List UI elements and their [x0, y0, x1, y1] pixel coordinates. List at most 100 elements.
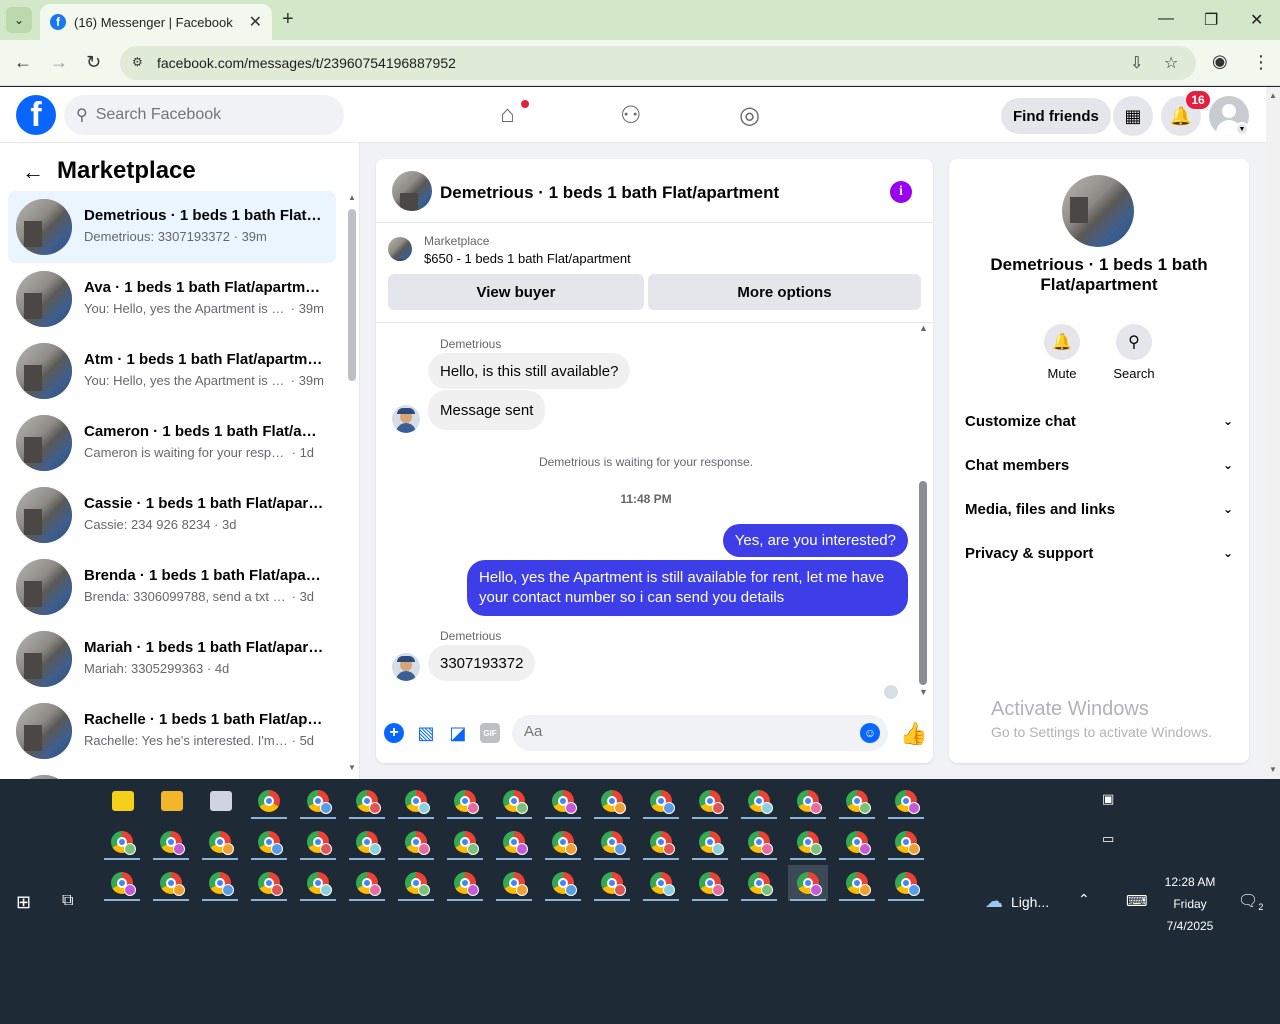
- message-input-box[interactable]: ☺: [512, 715, 888, 751]
- taskbar-chrome-window-icon[interactable]: [739, 865, 779, 901]
- taskbar-chrome-window-icon[interactable]: [396, 865, 436, 901]
- taskbar-chrome-window-icon[interactable]: [347, 783, 387, 819]
- taskbar-chrome-window-icon[interactable]: [837, 824, 877, 860]
- home-icon[interactable]: ⌂: [500, 101, 515, 129]
- conversation-item[interactable]: Cameron · 1 beds 1 bath Flat/apartment C…: [8, 407, 336, 479]
- taskbar-chrome-window-icon[interactable]: [298, 783, 338, 819]
- taskbar-chrome-window-icon[interactable]: [592, 783, 632, 819]
- taskbar-chrome-window-icon[interactable]: [788, 865, 828, 901]
- sticky-notes-icon[interactable]: [102, 783, 142, 819]
- snipping-tool-icon[interactable]: [200, 783, 240, 819]
- taskbar-chrome-window-icon[interactable]: [543, 783, 583, 819]
- show-hidden-icons-icon[interactable]: ⌃: [1078, 891, 1090, 908]
- minimize-icon[interactable]: —: [1158, 10, 1174, 28]
- listing-title[interactable]: $650 - 1 beds 1 bath Flat/apartment: [424, 251, 631, 266]
- taskbar-chrome-window-icon[interactable]: [739, 783, 779, 819]
- message-input[interactable]: [524, 723, 844, 740]
- new-tab-icon[interactable]: +: [282, 8, 294, 31]
- install-app-icon[interactable]: ⇩: [1130, 53, 1143, 73]
- sidebar-scrollbar[interactable]: ▲ ▼: [346, 193, 358, 775]
- system-clock[interactable]: 12:28 AM Friday 7/4/2025: [1150, 871, 1230, 937]
- taskbar-chrome-window-icon[interactable]: [641, 783, 681, 819]
- sticker-icon[interactable]: ◪: [448, 723, 468, 743]
- taskbar-chrome-window-icon[interactable]: [396, 783, 436, 819]
- conversation-item[interactable]: Atm · 1 beds 1 bath Flat/apartment You: …: [8, 335, 336, 407]
- taskbar-chrome-window-icon[interactable]: [690, 865, 730, 901]
- restore-icon[interactable]: ❐: [1204, 10, 1218, 30]
- more-options-button[interactable]: More options: [648, 274, 921, 310]
- weather-widget[interactable]: ☁ Ligh...: [985, 891, 1049, 912]
- outgoing-message[interactable]: Yes, are you interested?: [722, 524, 908, 557]
- forward-icon[interactable]: →: [50, 52, 68, 73]
- taskbar-chrome-window-icon[interactable]: [641, 824, 681, 860]
- close-window-icon[interactable]: ✕: [1250, 10, 1263, 30]
- taskbar-chrome-window-icon[interactable]: [445, 824, 485, 860]
- back-icon[interactable]: ←: [14, 52, 32, 73]
- taskbar-chrome-window-icon[interactable]: [543, 824, 583, 860]
- meet-now-icon[interactable]: ▣: [1102, 791, 1114, 807]
- keyboard-icon[interactable]: ⌨: [1126, 892, 1148, 910]
- taskbar-chrome-window-icon[interactable]: [151, 865, 191, 901]
- conversation-item[interactable]: Brenda · 1 beds 1 bath Flat/apartment Br…: [8, 551, 336, 623]
- url-text[interactable]: facebook.com/messages/t/2396075419688795…: [157, 55, 456, 71]
- taskbar-chrome-window-icon[interactable]: [347, 865, 387, 901]
- browser-tab-messenger[interactable]: f (16) Messenger | Facebook ✕: [40, 4, 272, 40]
- sender-avatar[interactable]: [392, 405, 420, 433]
- chat-avatar[interactable]: [392, 171, 432, 211]
- thumbs-up-icon[interactable]: 👍: [900, 721, 927, 747]
- outgoing-message[interactable]: Hello, yes the Apartment is still availa…: [467, 560, 908, 616]
- taskbar-chrome-window-icon[interactable]: [396, 824, 436, 860]
- taskbar-chrome-window-icon[interactable]: [739, 824, 779, 860]
- taskbar-chrome-window-icon[interactable]: [445, 783, 485, 819]
- taskbar-chrome-window-icon[interactable]: [102, 824, 142, 860]
- taskbar-chrome-window-icon[interactable]: [298, 824, 338, 860]
- taskbar-chrome-window-icon[interactable]: [886, 865, 926, 901]
- conversation-item[interactable]: Cassie · 1 beds 1 bath Flat/apartment Ca…: [8, 479, 336, 551]
- mute-button[interactable]: 🔔 Mute: [1032, 324, 1092, 381]
- conversation-item[interactable]: Mariah · 1 beds 1 bath Flat/apartment Ma…: [8, 623, 336, 695]
- taskbar-chrome-window-icon[interactable]: [102, 865, 142, 901]
- facebook-search[interactable]: ⚲: [64, 95, 344, 135]
- conversation-item[interactable]: Demetrious · 1 beds 1 bath Flat/apartmen…: [8, 191, 336, 263]
- windows-start-icon[interactable]: ⊞: [16, 892, 31, 913]
- taskbar-chrome-window-icon[interactable]: [151, 824, 191, 860]
- info-icon[interactable]: i: [890, 181, 912, 203]
- taskbar-chrome-window-icon[interactable]: [592, 824, 632, 860]
- bookmark-star-icon[interactable]: ☆: [1164, 53, 1178, 73]
- site-info-icon[interactable]: ⚙: [132, 55, 148, 69]
- tab-close-icon[interactable]: ✕: [249, 12, 262, 32]
- info-avatar[interactable]: [1062, 175, 1134, 247]
- taskbar-chrome-window-icon[interactable]: [494, 865, 534, 901]
- view-buyer-button[interactable]: View buyer: [388, 274, 644, 310]
- incoming-message[interactable]: 3307193372: [428, 645, 536, 681]
- sender-avatar[interactable]: [392, 653, 420, 681]
- facebook-logo-icon[interactable]: f: [16, 95, 56, 135]
- taskbar-chrome-window-icon[interactable]: [200, 824, 240, 860]
- incoming-message[interactable]: Hello, is this still available?: [428, 353, 631, 389]
- conversation-item[interactable]: Ava · 1 beds 1 bath Flat/apartment You: …: [8, 263, 336, 335]
- privacy-support-row[interactable]: Privacy & support ⌄: [965, 533, 1233, 573]
- taskbar-chrome-window-icon[interactable]: [445, 865, 485, 901]
- taskbar-chrome-window-icon[interactable]: [249, 865, 289, 901]
- chrome-menu-icon[interactable]: ⋮: [1252, 52, 1270, 73]
- search-input[interactable]: [95, 106, 316, 124]
- conversation-item[interactable]: Rachelle · 1 beds 1 bath Flat/apartment …: [8, 695, 336, 767]
- taskbar-chrome-window-icon[interactable]: [788, 824, 828, 860]
- menu-grid-icon[interactable]: ▦: [1113, 96, 1153, 136]
- chevron-down-icon[interactable]: ▼: [1235, 122, 1249, 136]
- taskbar-chrome-window-icon[interactable]: [249, 783, 289, 819]
- taskbar-chrome-window-icon[interactable]: [837, 783, 877, 819]
- address-bar[interactable]: ⚙ facebook.com/messages/t/23960754196887…: [120, 46, 1196, 80]
- groups-icon[interactable]: ◎: [739, 101, 760, 130]
- taskbar-chrome-window-icon[interactable]: [249, 824, 289, 860]
- conversation-item[interactable]: [8, 767, 336, 779]
- chat-members-row[interactable]: Chat members ⌄: [965, 445, 1233, 485]
- page-scrollbar[interactable]: ▲ ▼: [1266, 87, 1280, 779]
- taskbar-chrome-window-icon[interactable]: [200, 865, 240, 901]
- taskbar-chrome-window-icon[interactable]: [347, 824, 387, 860]
- task-view-icon[interactable]: ⧉: [62, 892, 73, 910]
- file-explorer-icon[interactable]: [151, 783, 191, 819]
- back-arrow-icon[interactable]: ←: [22, 159, 44, 185]
- taskbar-chrome-window-icon[interactable]: [837, 865, 877, 901]
- taskbar-chrome-window-icon[interactable]: [298, 865, 338, 901]
